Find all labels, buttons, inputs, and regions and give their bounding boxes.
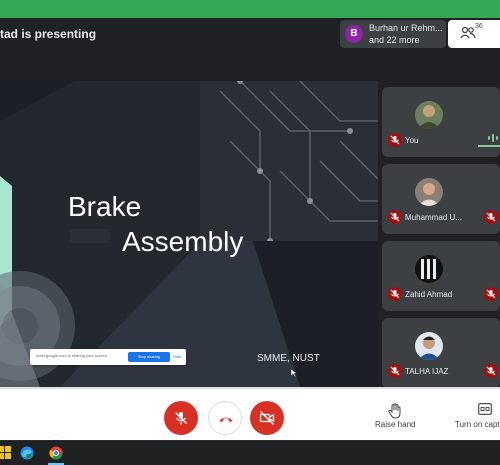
circuit-pattern [200,81,378,241]
mic-off-icon [175,412,187,425]
raise-hand-icon [388,403,401,419]
end-call-button[interactable] [208,401,242,435]
mic-off-icon [388,133,402,147]
participants-chip[interactable]: B Burhan ur Rehm... and 22 more [340,20,446,48]
mic-off-icon [388,287,402,301]
participant-name: TALHA IJAZ [405,367,449,376]
speaking-bar [478,145,500,147]
meeting-controls: Raise hand Turn on capt [0,389,500,440]
raise-hand-label: Raise hand [375,420,416,429]
avatar [415,178,443,206]
browser-tab-strip [0,0,500,18]
captions-icon[interactable] [478,403,492,415]
stop-sharing-button[interactable]: Stop sharing [128,352,170,362]
participant-name: You [405,136,419,145]
participant-tile[interactable]: TALHA IJAZ [382,318,500,388]
presenting-status: tad is presenting [0,27,97,41]
people-button[interactable]: 36 [448,20,500,48]
participant-name: Muhammad U... [405,213,462,222]
captions-label[interactable]: Turn on capt [455,420,500,429]
share-notice-text: meet.google.com is sharing your screen. [36,353,109,358]
participant-tile[interactable]: Muhammad U... [382,164,500,234]
meeting-top-bar: tad is presenting B Burhan ur Rehm... an… [0,18,500,50]
mic-off-icon [484,364,498,378]
people-icon [460,26,476,39]
slide-title-line2: Assembly [122,226,244,257]
slide-title-line1: Brake [68,191,142,222]
edge-icon[interactable] [20,446,34,460]
camera-off-icon [259,411,275,425]
speaking-indicator-icon [488,134,498,142]
slide-footer: SMME, NUST [257,353,320,364]
participant-tile[interactable]: You [382,87,500,157]
participant-name: Burhan ur Rehm... [369,23,443,33]
avatar: B [345,25,363,43]
stage-spacer [0,50,500,81]
participant-tiles: You Muhammad U... Zahid Ahmad TALHA IJAZ [378,81,500,388]
people-count: 36 [475,23,483,30]
participant-name: Zahid Ahmad [405,290,453,299]
mic-off-icon [388,364,402,378]
hide-button[interactable]: Hide [173,352,181,362]
mic-off-icon [484,287,498,301]
avatar [415,101,443,129]
windows-taskbar [0,440,500,465]
end-call-icon [219,417,233,423]
avatar [415,332,443,360]
mic-off-icon [388,210,402,224]
participant-tile[interactable]: Zahid Ahmad [382,241,500,311]
presentation-slide: Brake Assembly meet.google.com is sharin… [0,81,378,387]
chrome-icon[interactable] [49,446,63,460]
mic-off-icon [484,210,498,224]
screen-share-notice: meet.google.com is sharing your screen. … [30,349,186,365]
avatar [415,255,443,283]
participant-more: and 22 more [369,35,420,45]
camera-toggle-button[interactable] [250,401,284,435]
windows-start-icon[interactable] [0,446,12,460]
cursor-icon [291,369,297,377]
mic-toggle-button[interactable] [164,401,198,435]
